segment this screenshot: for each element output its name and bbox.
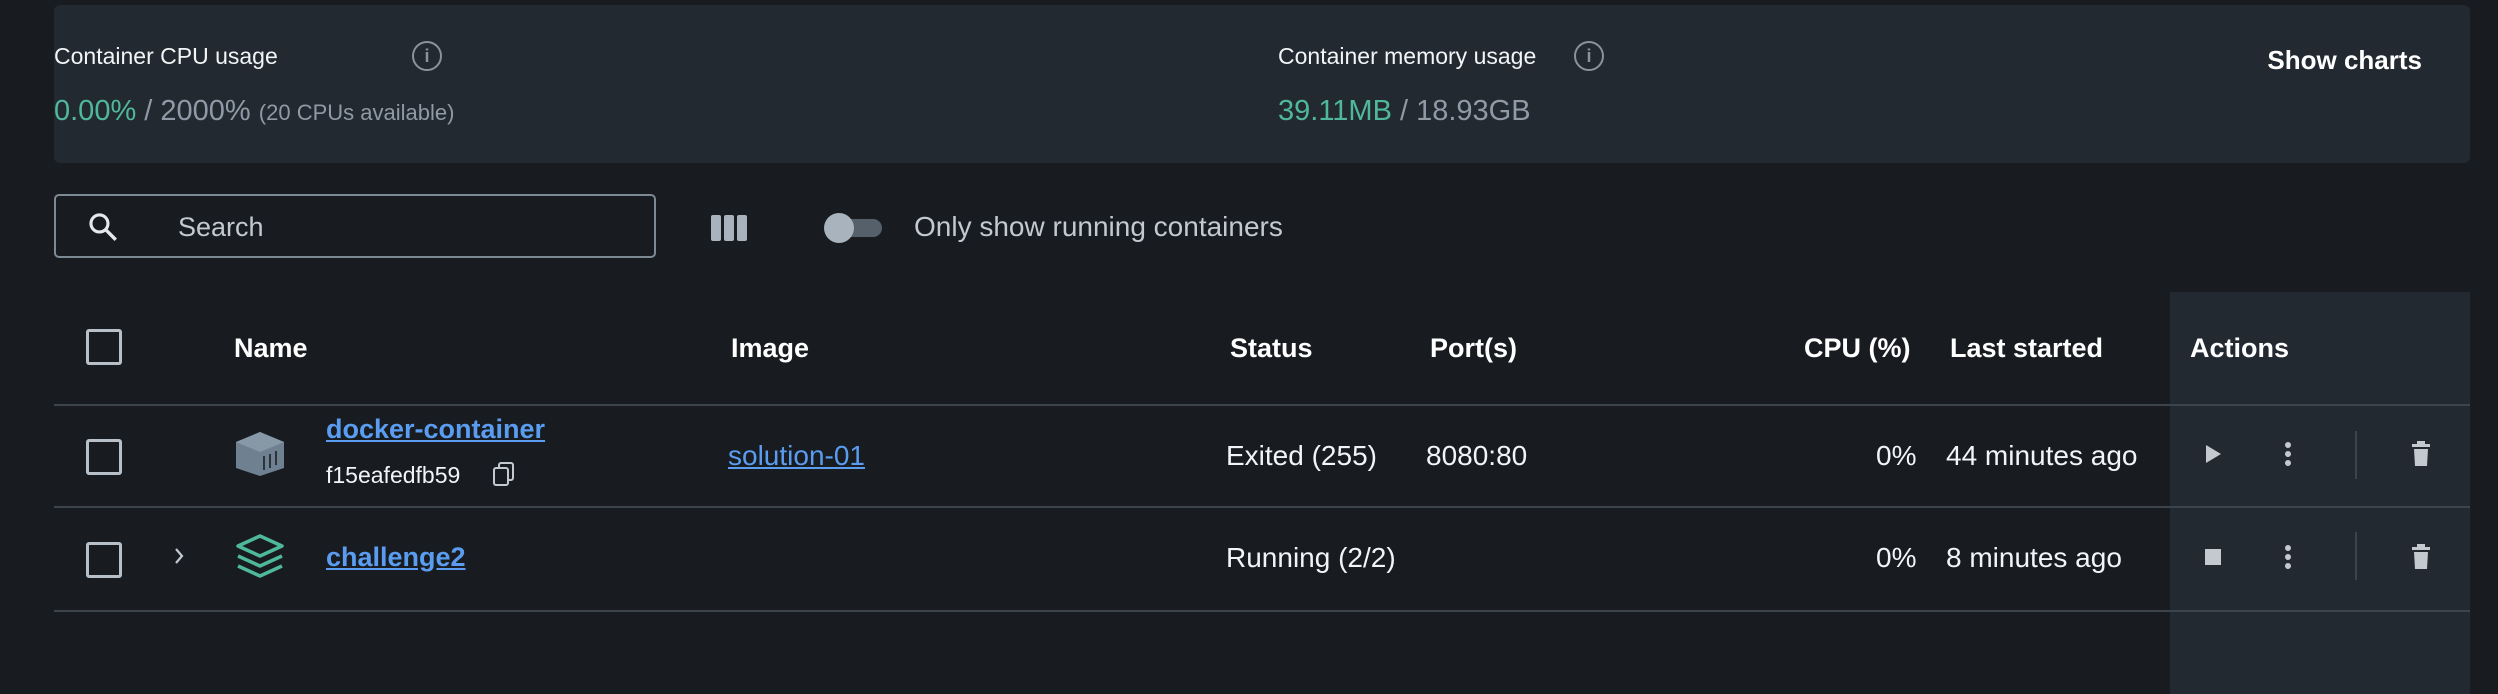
ports-text: 8080:80 [1426,440,1528,471]
trash-icon[interactable] [2410,440,2432,473]
cpu-text: 0% [1876,440,1917,471]
memory-usage-value: 39.11MB / 18.93GB [1278,95,1531,128]
more-vert-icon[interactable] [2282,543,2294,576]
more-vert-icon[interactable] [2282,440,2294,473]
table-header: Name Image Status Port(s) CPU (%) Last s… [54,292,2470,406]
memory-info-icon[interactable]: i [1574,41,1604,71]
search-box[interactable] [54,194,656,258]
memory-total: 18.93GB [1416,95,1531,127]
action-divider [2355,431,2357,479]
row-checkbox[interactable] [86,439,122,475]
action-divider [2355,532,2357,580]
status-text: Running (2/2) [1226,542,1396,573]
stop-icon[interactable] [2202,546,2224,573]
cpu-text: 0% [1876,542,1917,573]
stack-icon [234,534,286,587]
table-row[interactable]: challenge2 Running (2/2) 0% 8 minutes ag… [54,508,2470,612]
cpu-total: 2000% [160,95,251,127]
table-row[interactable]: docker-container f15eafedfb59 solution-0… [54,404,2470,508]
running-only-toggle[interactable] [824,213,884,243]
columns-icon[interactable] [710,212,748,249]
cpu-info-icon[interactable]: i [412,41,442,71]
chevron-right-icon[interactable] [172,544,186,573]
select-all-checkbox[interactable] [86,329,122,365]
cpu-usage-value: 0.00% / 2000% (20 CPUs available) [54,95,454,128]
memory-usage-label: Container memory usage [1278,43,1537,69]
status-text: Exited (255) [1226,440,1377,471]
column-header-name[interactable]: Name [234,333,308,364]
column-header-cpu[interactable]: CPU (%) [1804,333,1911,364]
cpu-note: (20 CPUs available) [258,100,455,125]
column-header-actions: Actions [2190,333,2290,363]
cpu-separator: / [136,95,161,127]
show-charts-button[interactable]: Show charts [2267,45,2422,76]
column-header-status[interactable]: Status [1230,333,1313,364]
container-id: f15eafedfb59 [326,462,461,488]
cpu-used: 0.00% [54,95,137,127]
search-input[interactable] [176,196,640,258]
play-icon[interactable] [2202,442,2224,471]
memory-used: 39.11MB [1278,95,1392,127]
search-icon [86,210,120,249]
running-only-label: Only show running containers [914,211,1283,242]
last-started-text: 8 minutes ago [1946,542,2122,573]
toggle-thumb [824,213,854,243]
container-name-link[interactable]: challenge2 [326,542,466,573]
stats-panel: Container CPU usage i 0.00% / 2000% (20 … [54,5,2470,163]
memory-separator: / [1391,95,1417,127]
column-header-last-started[interactable]: Last started [1950,333,2103,364]
copy-icon[interactable] [492,461,516,492]
trash-icon[interactable] [2410,543,2432,576]
cpu-usage-label: Container CPU usage [54,43,278,69]
container-icon [234,430,286,483]
last-started-text: 44 minutes ago [1946,440,2138,471]
column-header-ports[interactable]: Port(s) [1430,333,1517,364]
row-checkbox[interactable] [86,542,122,578]
column-header-image[interactable]: Image [731,333,809,364]
container-name-link[interactable]: docker-container [326,414,545,445]
image-link[interactable]: solution-01 [728,440,865,472]
